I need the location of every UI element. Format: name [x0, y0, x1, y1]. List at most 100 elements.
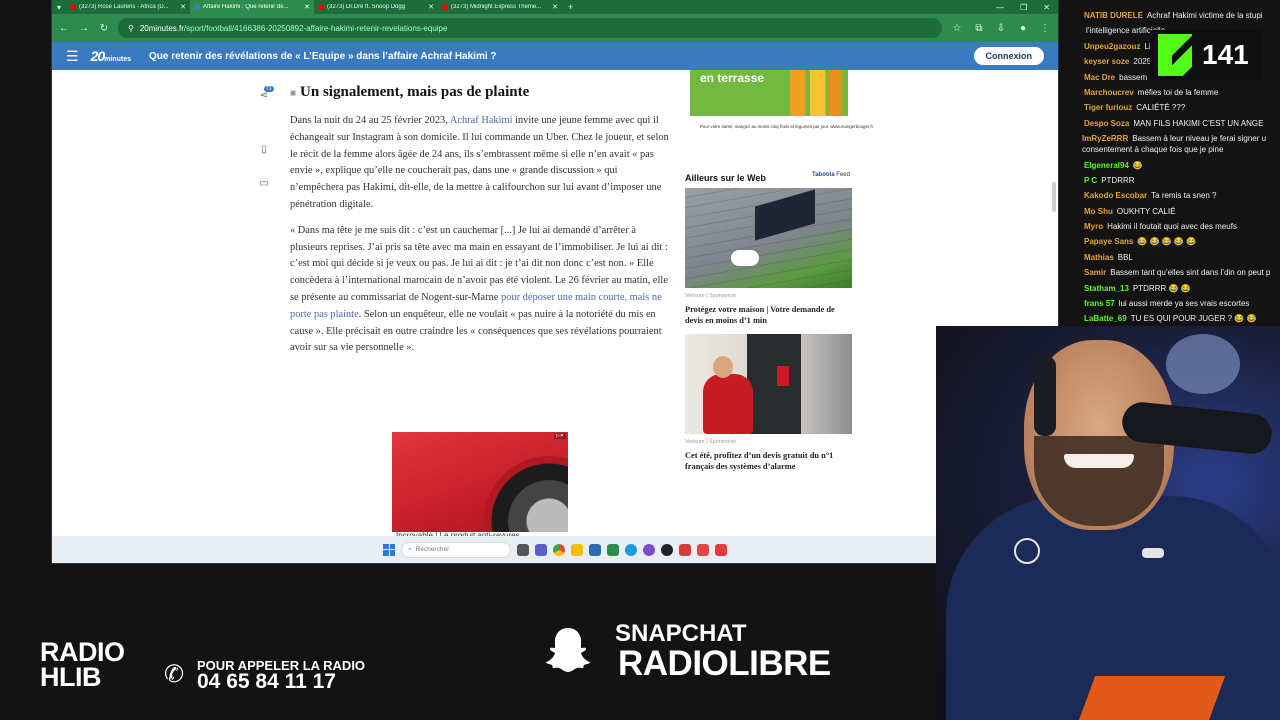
share-icon[interactable]: ⋖ 71	[256, 86, 274, 106]
paragraph-2: « Dans ma tête je me suis dit : c’est un…	[290, 223, 672, 357]
chat-username[interactable]: Tiger furiouz	[1084, 103, 1132, 112]
close-tab-icon[interactable]: ✕	[304, 3, 310, 11]
chat-username[interactable]: keyser soze	[1084, 57, 1129, 66]
page-scrollbar[interactable]	[1052, 182, 1056, 212]
taskbar-search-input[interactable]: ⌕ Rechercher	[401, 541, 511, 558]
green-browser-icon[interactable]	[607, 543, 619, 556]
chat-username[interactable]: Unpeu2gazouz	[1084, 42, 1140, 51]
taboola-brand: Taboola	[812, 172, 835, 178]
kick-logo-icon	[1158, 34, 1196, 76]
maximize-icon[interactable]: ❐	[1020, 3, 1027, 12]
site-info-icon[interactable]: ⚲	[128, 24, 134, 33]
store-icon[interactable]	[589, 543, 601, 556]
chat-text: Bassem tant qu’elles sint dans l’din on …	[1110, 268, 1271, 278]
inline-ad-image[interactable]: ▷✕	[392, 432, 568, 532]
ad-choices-icon[interactable]: ▷✕	[553, 433, 566, 439]
sponsored-title-1[interactable]: Protégez votre maison | Votre demande de…	[685, 304, 853, 326]
hamburger-menu-icon[interactable]: ☰	[66, 48, 79, 65]
windows-start-icon[interactable]	[383, 543, 395, 556]
sponsored-thumbnail-2[interactable]	[685, 334, 852, 434]
chat-username[interactable]: Samir	[1084, 268, 1106, 277]
chat-message: Marchoucrev méfies toi de la femme	[1084, 87, 1280, 98]
tab-strip: ▾ (3273) Rose Laurens - Africa (D... ✕ A…	[52, 0, 1058, 14]
rail-ad-text: en terrasse	[700, 71, 765, 85]
back-icon[interactable]: ←	[58, 23, 70, 34]
tab-youtube-midnight-express[interactable]: (3273) Midnight Express Theme... ✕	[438, 0, 562, 14]
chat-username[interactable]: Mac Dre	[1084, 73, 1115, 82]
login-button[interactable]: Connexion	[973, 47, 1044, 65]
comment-icon[interactable]: ▭	[256, 178, 272, 194]
extensions-icon[interactable]: ⧉	[972, 23, 986, 34]
chat-username[interactable]: LaBatte_69	[1084, 314, 1127, 323]
forward-icon[interactable]: →	[78, 23, 90, 34]
teams-icon[interactable]	[535, 543, 547, 556]
taboola-label[interactable]: Taboola Feed	[812, 172, 850, 178]
profile-avatar-icon[interactable]: ●	[1016, 23, 1030, 34]
chat-username[interactable]: Mathias	[1084, 253, 1114, 262]
url-field[interactable]: ⚲ 20minutes.fr/sport/football/4166386-20…	[118, 18, 942, 38]
chat-username[interactable]: NATIB DURELE	[1084, 11, 1143, 20]
chat-username[interactable]: Mo Shu	[1084, 207, 1113, 216]
chat-username[interactable]: ImRyZeRRR	[1082, 134, 1128, 143]
chrome-icon[interactable]	[553, 543, 565, 556]
chat-username[interactable]: Despo Soza	[1084, 119, 1129, 128]
close-window-icon[interactable]: ✕	[1043, 3, 1050, 12]
site-logo[interactable]: 20minutes	[91, 48, 131, 64]
chat-text: bassem	[1119, 72, 1148, 82]
sponsored-thumbnail-1[interactable]	[685, 188, 852, 288]
chat-username[interactable]: Elgeneral94	[1084, 161, 1129, 170]
chat-text: OUKHTY CALIÉ	[1116, 206, 1176, 216]
logo-word: minutes	[104, 56, 131, 63]
sponsored-title-2[interactable]: Cet été, profitez d’un devis gratuit du …	[685, 450, 853, 472]
link-achraf-hakimi[interactable]: Achraf Hakimi	[450, 115, 513, 126]
obs-icon[interactable]	[661, 543, 673, 556]
tab-affaire-hakimi[interactable]: Affaire Hakimi : Que retenir de... ✕	[190, 0, 314, 14]
chat-message: Mathias BBL	[1084, 252, 1280, 263]
chat-username[interactable]: Marchoucrev	[1084, 88, 1134, 97]
close-tab-icon[interactable]: ✕	[180, 3, 186, 11]
new-tab-button[interactable]: +	[562, 2, 579, 12]
file-explorer-icon[interactable]	[571, 543, 583, 556]
reload-icon[interactable]: ↻	[98, 23, 110, 34]
video-app-icon[interactable]	[697, 543, 709, 556]
url-host: 20minutes.fr	[139, 23, 184, 33]
chat-username[interactable]: Myro	[1084, 222, 1103, 231]
task-view-icon[interactable]	[517, 543, 529, 556]
minimize-icon[interactable]: —	[996, 3, 1004, 12]
browser-menu-icon[interactable]: ⋮	[1038, 23, 1052, 34]
door-graphic	[747, 334, 801, 434]
chat-message: P C PTDRRR	[1084, 175, 1280, 186]
chat-username[interactable]: Kakodo Escobar	[1084, 191, 1147, 200]
chat-username[interactable]: Statham_13	[1084, 284, 1129, 293]
tab-youtube-rose-laurens[interactable]: (3273) Rose Laurens - Africa (D... ✕	[66, 0, 190, 14]
chat-message: Elgeneral94 😂	[1084, 160, 1280, 171]
chat-message: Samir Bassem tant qu’elles sint dans l’di…	[1084, 267, 1280, 278]
bookmark-star-icon[interactable]: ☆	[950, 23, 964, 34]
paragraph-text: Dans la nuit du 24 au 25 février 2023,	[290, 115, 450, 126]
close-tab-icon[interactable]: ✕	[552, 3, 558, 11]
shirt-emblem	[1014, 538, 1040, 564]
chat-username[interactable]: frans 57	[1084, 299, 1115, 308]
close-tab-icon[interactable]: ✕	[428, 3, 434, 11]
tab-list-icon[interactable]: ▾	[52, 0, 66, 14]
youtube-app-icon[interactable]	[679, 543, 691, 556]
chat-username[interactable]: P C	[1084, 176, 1097, 185]
url-path: /sport/football/4166386-20250892-affaire…	[183, 23, 448, 33]
shirt-logo	[1142, 548, 1164, 558]
chat-text: Ta remis ta snen ?	[1151, 191, 1217, 201]
messenger-icon[interactable]	[643, 543, 655, 556]
tab-label: (3273) Midnight Express Theme...	[451, 4, 542, 10]
rail-ad-banner[interactable]: en terrasse	[690, 70, 848, 116]
media-app-icon[interactable]	[715, 543, 727, 556]
edge-icon[interactable]	[625, 543, 637, 556]
viewer-count: 141	[1202, 39, 1249, 70]
site-header: ☰ 20minutes Que retenir des révélations …	[52, 42, 1058, 70]
chat-username[interactable]: Papaye Sans	[1084, 237, 1133, 246]
chat-text: PTDRRR	[1101, 175, 1135, 185]
downloads-icon[interactable]: ⇩	[994, 23, 1008, 34]
sponsored-source-2: Verisure | Sponsorisé	[685, 439, 737, 445]
chat-message: LaBatte_69 TU ES QUI POUR JUGER ? 😂 😂	[1084, 313, 1280, 324]
paragraph-text: invite une jeune femme avec qui il échan…	[290, 115, 669, 210]
tab-youtube-dr-dre[interactable]: (3273) Dr.Dre ft. Snoop Dogg ✕	[314, 0, 438, 14]
bookmark-icon[interactable]: ▯	[256, 144, 272, 160]
